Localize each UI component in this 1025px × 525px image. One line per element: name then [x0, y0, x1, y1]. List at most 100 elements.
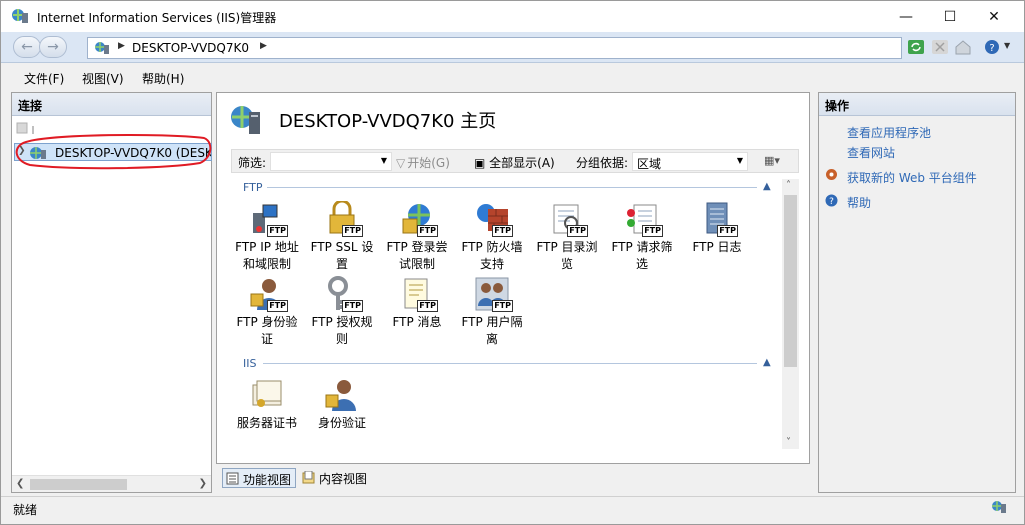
feature-ftp-authorization[interactable]: FTP FTP 授权规则	[306, 276, 378, 348]
feature-ftp-ip-restrictions[interactable]: FTP FTP IP 地址和域限制	[231, 201, 303, 273]
feature-ftp-authentication[interactable]: FTP FTP 身份验证	[231, 276, 303, 348]
connect-icon[interactable]	[16, 120, 46, 136]
refresh-icon[interactable]	[907, 39, 925, 55]
feature-label: FTP 用户隔离	[461, 315, 523, 346]
stop-icon[interactable]	[931, 39, 949, 55]
feature-label: 服务器证书	[236, 416, 297, 430]
filter-toolbar: 筛选: ▼ ▽ 开始(G) ▣ 全部显示(A) 分组依据: 区域 ▼ ▦▾	[231, 149, 799, 173]
filter-input[interactable]: ▼	[270, 152, 392, 171]
feature-server-certificates[interactable]: 服务器证书	[231, 377, 303, 432]
collapse-icon[interactable]: ▲	[763, 357, 771, 368]
address-bar: ← → ▶ DESKTOP-VVDQ7K0 ▶ ? ▼	[1, 32, 1024, 63]
help-icon: ?	[825, 194, 838, 207]
server-icon	[30, 147, 46, 159]
menu-file[interactable]: 文件(F)	[24, 70, 64, 87]
ftp-authentication-icon: FTP	[249, 276, 288, 312]
status-bar: 就绪	[1, 496, 1024, 518]
horizontal-scrollbar[interactable]: ❮ ❯	[12, 475, 211, 492]
view-mode-icon[interactable]: ▦▾	[764, 154, 790, 170]
page-title: DESKTOP-VVDQ7K0 主页	[279, 111, 497, 132]
feature-label: FTP 目录浏览	[536, 240, 598, 271]
menu-help[interactable]: 帮助(H)	[142, 70, 184, 87]
start-filter-button[interactable]: ▽ 开始(G)	[396, 154, 450, 171]
server-status-icon	[992, 501, 1006, 513]
feature-ftp-firewall[interactable]: FTP FTP 防火墙支持	[456, 201, 528, 273]
scroll-thumb[interactable]	[30, 479, 127, 490]
back-button[interactable]: ←	[13, 36, 41, 58]
group-divider	[263, 363, 757, 364]
scroll-down-icon[interactable]: ˅	[786, 437, 791, 448]
help-dropdown-icon[interactable]: ▼	[1004, 41, 1010, 50]
ftp-ssl-icon: FTP	[324, 199, 363, 237]
feature-ftp-logon-attempt[interactable]: FTP FTP 登录尝试限制	[381, 201, 453, 273]
scroll-up-icon[interactable]: ˄	[786, 180, 791, 191]
feature-label: FTP IP 地址和域限制	[235, 240, 299, 271]
close-button[interactable]: ✕	[971, 1, 1017, 32]
tab-content-view[interactable]: 内容视图	[299, 468, 371, 488]
title-bar: Internet Information Services (IIS)管理器 —…	[1, 1, 1024, 32]
server-icon	[95, 42, 109, 54]
breadcrumb-arrow-icon[interactable]: ▶	[118, 41, 125, 51]
server-home-icon	[231, 106, 260, 134]
help-icon[interactable]: ?	[983, 39, 1001, 55]
collapse-icon[interactable]: ▲	[763, 181, 771, 192]
feature-label: FTP 请求筛选	[611, 240, 673, 271]
status-text: 就绪	[13, 503, 38, 517]
action-help[interactable]: 帮助	[847, 194, 871, 211]
group-by-select[interactable]: 区域 ▼	[632, 152, 748, 171]
group-header-iis: IIS	[243, 357, 257, 370]
tab-features-view[interactable]: 功能视图	[222, 468, 297, 488]
feature-label: FTP 登录尝试限制	[386, 240, 448, 271]
svg-text:?: ?	[829, 197, 834, 207]
svg-text:?: ?	[989, 43, 994, 54]
breadcrumb-server[interactable]: DESKTOP-VVDQ7K0	[132, 41, 249, 55]
show-all-icon: ▣	[474, 156, 490, 170]
action-view-app-pools[interactable]: 查看应用程序池	[847, 124, 931, 141]
ftp-logging-icon: FTP	[699, 201, 738, 237]
connections-header: 连接	[12, 93, 211, 116]
tree-node-server[interactable]: ❯ DESKTOP-VVDQ7K0 (DESKTOP-VVDQ7K0\...)	[14, 143, 212, 161]
action-view-sites[interactable]: 查看网站	[847, 144, 895, 161]
content-view-icon	[302, 471, 315, 484]
features-view-icon	[226, 472, 239, 485]
minimize-button[interactable]: —	[883, 1, 929, 32]
ftp-directory-browsing-icon: FTP	[549, 201, 588, 237]
start-label: 开始(G)	[407, 156, 450, 170]
feature-label: FTP SSL 设置	[310, 240, 374, 271]
scroll-left-icon[interactable]: ❮	[16, 478, 24, 489]
feature-ftp-ssl[interactable]: FTP FTP SSL 设置	[306, 199, 378, 273]
feature-authentication[interactable]: 身份验证	[306, 377, 378, 432]
breadcrumb-arrow-icon[interactable]: ▶	[260, 41, 267, 51]
filter-label: 筛选:	[238, 156, 267, 170]
feature-label: FTP 日志	[692, 240, 742, 254]
expand-arrow-icon[interactable]: ❯	[18, 146, 26, 156]
scroll-right-icon[interactable]: ❯	[199, 478, 207, 489]
actions-header: 操作	[819, 93, 1015, 116]
action-get-web-platform[interactable]: 获取新的 Web 平台组件	[847, 169, 977, 186]
feature-ftp-directory-browsing[interactable]: FTP FTP 目录浏览	[531, 201, 603, 273]
home-icon[interactable]	[954, 39, 972, 55]
ftp-logon-attempt-icon: FTP	[399, 201, 438, 237]
ftp-authorization-icon: FTP	[324, 276, 363, 312]
filter-dropdown-icon[interactable]: ▼	[381, 156, 387, 165]
group-by-dropdown-icon[interactable]: ▼	[737, 156, 743, 165]
address-field[interactable]: ▶ DESKTOP-VVDQ7K0 ▶	[87, 37, 902, 59]
feature-ftp-request-filtering[interactable]: FTP FTP 请求筛选	[606, 201, 678, 273]
ftp-ip-restrictions-icon: FTP	[249, 201, 288, 237]
ftp-request-filtering-icon: FTP	[624, 201, 663, 237]
menu-view[interactable]: 视图(V)	[82, 70, 124, 87]
maximize-button[interactable]: ☐	[927, 1, 973, 32]
feature-ftp-user-isolation[interactable]: FTP FTP 用户隔离	[456, 276, 528, 348]
feature-ftp-messages[interactable]: FTP FTP 消息	[381, 276, 453, 331]
window-title: Internet Information Services (IIS)管理器	[37, 11, 277, 25]
vertical-scrollbar[interactable]: ˄ ˅	[782, 179, 799, 449]
feature-ftp-logging[interactable]: FTP FTP 日志	[681, 201, 753, 256]
iis-manager-window: Internet Information Services (IIS)管理器 —…	[0, 0, 1025, 525]
ftp-user-isolation-icon: FTP	[474, 276, 513, 312]
menu-bar: 文件(F) 视图(V) 帮助(H)	[1, 64, 1024, 89]
iis-app-icon	[12, 9, 28, 23]
funnel-icon: ▽	[396, 156, 406, 170]
scroll-thumb[interactable]	[784, 195, 797, 367]
forward-button[interactable]: →	[39, 36, 67, 58]
show-all-button[interactable]: ▣ 全部显示(A)	[474, 154, 555, 171]
